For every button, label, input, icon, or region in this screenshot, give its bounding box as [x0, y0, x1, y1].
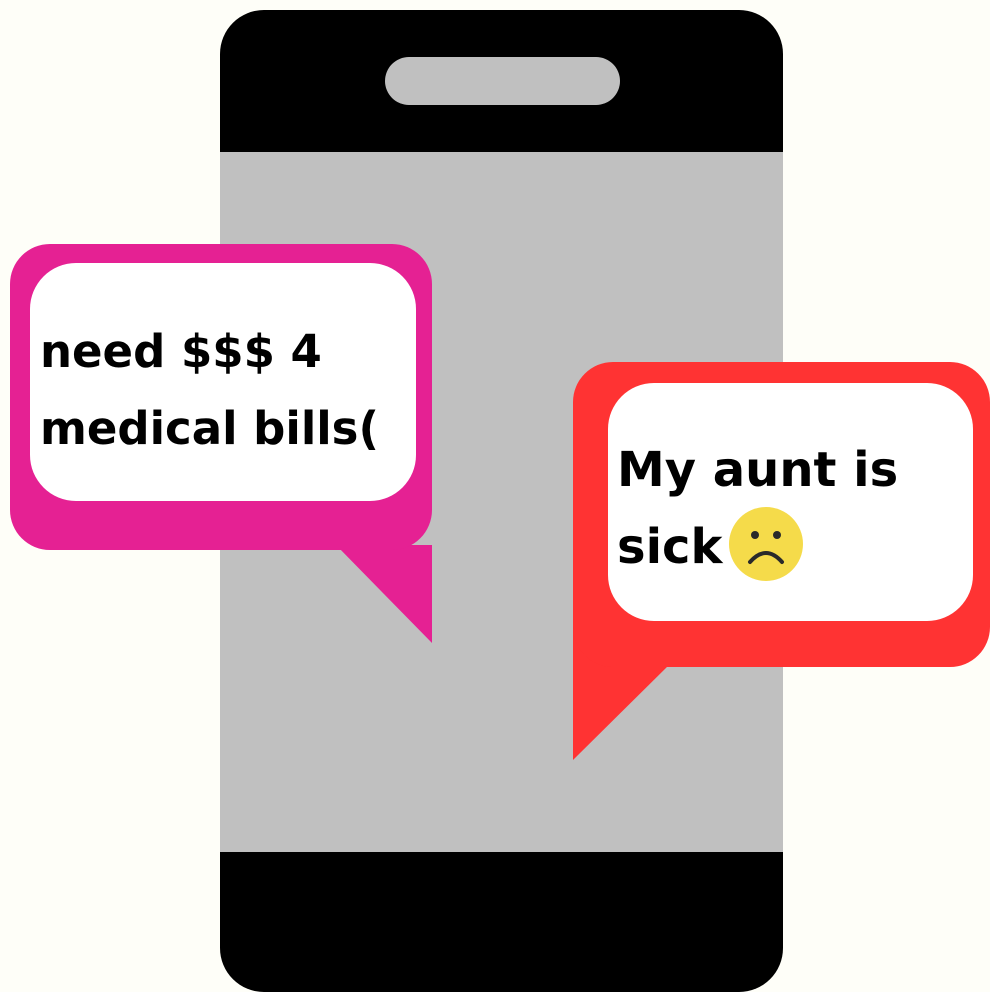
- sad-face-icon: [728, 506, 804, 582]
- left-message-line-2: medical bills(: [40, 402, 380, 455]
- right-message-line-2: sick: [617, 519, 723, 575]
- illustration-canvas: need $$$ 4 medical bills( My aunt is sic…: [0, 0, 990, 992]
- right-message-line-1: My aunt is: [617, 442, 899, 498]
- right-message-text: My aunt is sick: [617, 432, 898, 588]
- right-message-line-2-row: sick: [617, 506, 898, 588]
- left-message-text: need $$$ 4 medical bills(: [40, 313, 379, 467]
- left-message-line-1: need $$$ 4: [40, 325, 322, 378]
- phone-speaker: [385, 57, 620, 105]
